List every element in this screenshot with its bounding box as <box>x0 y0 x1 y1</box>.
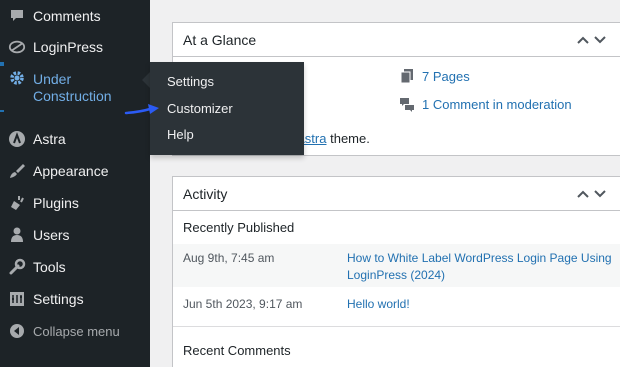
widget-title: Activity <box>183 185 228 202</box>
widget-tools <box>575 186 608 202</box>
astra-icon <box>8 130 26 148</box>
sidebar-item-label: LoginPress <box>33 38 104 55</box>
post-date: Aug 9th, 7:45 am <box>183 251 275 265</box>
pages-count[interactable]: 7 Pages <box>399 68 470 84</box>
widget-header: Activity <box>173 177 620 211</box>
move-up-icon[interactable] <box>575 186 591 202</box>
pages-icon <box>399 68 415 84</box>
admin-sidebar: Comments LoginPress Under Construction A… <box>0 0 150 367</box>
annotation-arrow-icon <box>124 104 159 115</box>
submenu-item-settings[interactable]: Settings <box>167 74 214 89</box>
activity-widget: Activity Recently Published Aug 9th, 7:4… <box>172 176 620 367</box>
table-row: Aug 9th, 7:45 am How to White Label Word… <box>173 244 620 287</box>
widget-tools <box>575 32 608 48</box>
comments-icon <box>399 96 415 112</box>
move-up-icon[interactable] <box>575 32 591 48</box>
wrench-icon <box>8 258 26 276</box>
divider <box>173 326 620 327</box>
sidebar-item-label: Astra <box>33 130 66 147</box>
gear-icon <box>8 69 26 87</box>
post-title-link[interactable]: Hello world! <box>347 296 617 313</box>
sidebar-item-plugins[interactable]: Plugins <box>0 193 150 213</box>
sidebar-item-settings[interactable]: Settings <box>0 289 150 309</box>
recently-published-heading: Recently Published <box>183 220 295 235</box>
move-down-icon[interactable] <box>592 32 608 48</box>
comment-icon <box>8 7 26 25</box>
plugin-icon <box>8 194 26 212</box>
sidebar-item-label: Appearance <box>33 162 109 179</box>
table-row: Jun 5th 2023, 9:17 am Hello world! <box>173 287 620 323</box>
comments-moderation-link[interactable]: 1 Comment in moderation <box>422 97 572 112</box>
theme-suffix: theme. <box>330 131 370 146</box>
post-date: Jun 5th 2023, 9:17 am <box>183 297 303 311</box>
recent-comments-heading: Recent Comments <box>183 343 291 358</box>
sidebar-item-astra[interactable]: Astra <box>0 129 150 149</box>
sidebar-item-loginpress[interactable]: LoginPress <box>0 37 150 57</box>
post-title-link[interactable]: How to White Label WordPress Login Page … <box>347 250 617 284</box>
pages-link[interactable]: 7 Pages <box>422 69 470 84</box>
sidebar-item-label: Comments <box>33 7 101 24</box>
settings-icon <box>8 290 26 308</box>
loginpress-icon <box>8 38 26 56</box>
collapse-menu-label: Collapse menu <box>33 323 120 339</box>
sidebar-item-label: Settings <box>33 290 84 307</box>
sidebar-item-appearance[interactable]: Appearance <box>0 161 150 181</box>
sidebar-item-users[interactable]: Users <box>0 225 150 245</box>
submenu-item-customizer[interactable]: Customizer <box>167 101 233 116</box>
comments-moderation[interactable]: 1 Comment in moderation <box>399 96 572 112</box>
move-down-icon[interactable] <box>592 186 608 202</box>
sidebar-item-label: Users <box>33 226 70 243</box>
sidebar-item-label: Tools <box>33 258 66 275</box>
sidebar-item-label: Plugins <box>33 194 79 211</box>
widget-title: At a Glance <box>183 31 257 48</box>
flyout-pointer <box>142 72 150 88</box>
sidebar-item-tools[interactable]: Tools <box>0 257 150 277</box>
widget-header: At a Glance <box>173 23 620 57</box>
collapse-menu-button[interactable]: Collapse menu <box>0 321 150 341</box>
paintbrush-icon <box>8 162 26 180</box>
under-construction-submenu: Settings Customizer Help <box>150 62 304 155</box>
sidebar-item-comments[interactable]: Comments <box>0 6 150 26</box>
users-icon <box>8 226 26 244</box>
submenu-item-help[interactable]: Help <box>167 127 194 142</box>
sidebar-item-label: Under Construction <box>33 71 112 104</box>
collapse-icon <box>8 322 26 340</box>
